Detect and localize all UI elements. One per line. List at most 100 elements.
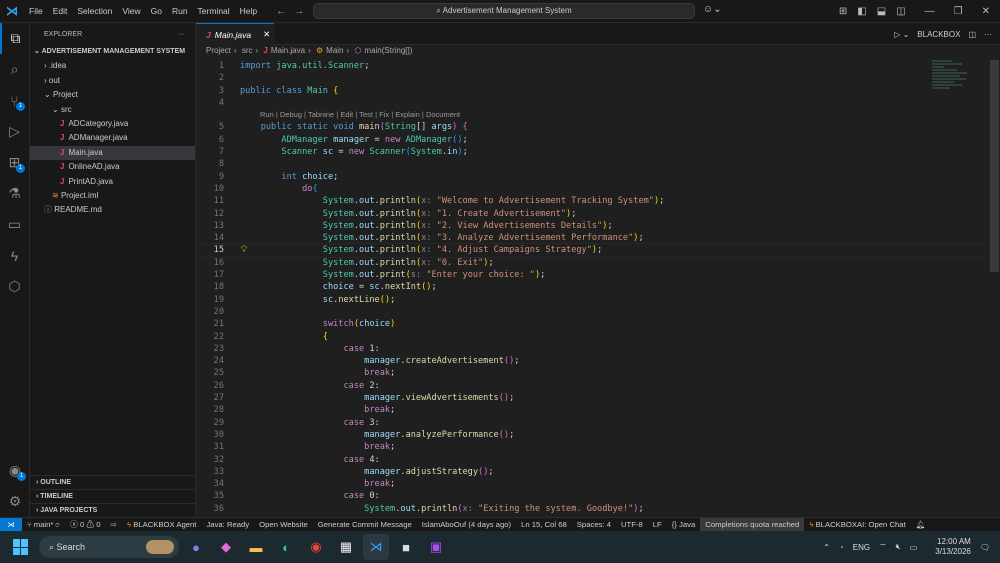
blackbox-icon[interactable]: ϟ — [0, 240, 29, 271]
code-line[interactable]: 8 — [196, 158, 986, 170]
tree-item[interactable]: ≋ Project.iml — [30, 189, 195, 203]
generate-commit-button[interactable]: Generate Commit Message — [318, 520, 412, 529]
eol-status[interactable]: LF — [653, 520, 662, 529]
tree-item[interactable]: J Main.java — [30, 145, 195, 161]
explorer-icon[interactable]: ⧉ — [0, 23, 29, 54]
vscode-taskbar-icon[interactable]: ⋊ — [363, 534, 389, 560]
search-icon[interactable]: ⌕ — [0, 54, 29, 85]
close-tab-icon[interactable]: ✕ — [263, 29, 270, 40]
update-icon[interactable]: ◔ — [839, 543, 844, 552]
tree-item[interactable]: J OnlineAD.java — [30, 160, 195, 174]
breadcrumb-class[interactable]: Main — [326, 46, 343, 55]
encoding-status[interactable]: UTF-8 — [621, 520, 643, 529]
git-blame-status[interactable]: IslamAboOuf (4 days ago) — [422, 520, 511, 529]
code-line[interactable]: 32 case 4: — [196, 454, 986, 466]
code-line[interactable]: 6 ADManager manager = new ADManager(); — [196, 134, 986, 146]
tree-item[interactable]: › out — [30, 74, 195, 88]
terminal-app-icon[interactable]: ■ — [393, 534, 419, 560]
customize-layout-icon[interactable]: ⊞ — [839, 6, 847, 17]
code-line[interactable]: 20 — [196, 306, 986, 318]
tab-main-java[interactable]: J Main.java ✕ — [196, 23, 274, 45]
indentation-status[interactable]: Spaces: 4 — [577, 520, 611, 529]
code-line[interactable]: 26 case 2: — [196, 380, 986, 392]
codelens[interactable]: Run | Debug | Tabnine | Edit | Test | Fi… — [196, 109, 986, 121]
breadcrumb-project[interactable]: Project — [206, 46, 231, 55]
code-line[interactable]: 14 System.out.println(x: "3. Analyze Adv… — [196, 232, 986, 244]
settings-gear-icon[interactable]: ⚙ — [0, 486, 30, 517]
branch-status[interactable]: ⑂ main* ⟳ — [27, 520, 60, 529]
minimize-icon[interactable]: — — [925, 6, 935, 17]
teams-icon[interactable]: ● — [183, 534, 209, 560]
toggle-panel-icon[interactable]: ⬓ — [877, 6, 886, 17]
language-mode[interactable]: {} Java — [672, 520, 696, 529]
back-arrow-icon[interactable]: ← — [276, 6, 286, 17]
code-line[interactable]: 19 sc.nextLine(); — [196, 294, 986, 306]
outline-section[interactable]: › OUTLINE — [30, 475, 195, 489]
toggle-sidebar-icon[interactable]: ◧ — [857, 6, 866, 17]
testing-icon[interactable]: ⚗ — [0, 178, 29, 209]
more-actions-icon[interactable]: ··· — [984, 30, 992, 39]
restore-icon[interactable]: ❐ — [954, 6, 963, 17]
code-line[interactable]: 9 int choice; — [196, 171, 986, 183]
code-line[interactable]: 13 System.out.println(x: "2. View Advert… — [196, 220, 986, 232]
code-line[interactable]: 22 { — [196, 331, 986, 343]
tree-item[interactable]: ⌄ src — [30, 103, 195, 117]
problems-status[interactable]: ⓧ 0 ⚠ 0 — [70, 519, 100, 530]
tray-overflow-icon[interactable]: ⌃ — [823, 543, 830, 552]
menu-view[interactable]: View — [122, 6, 140, 16]
tree-item[interactable]: ⓘ README.md — [30, 203, 195, 217]
open-website-button[interactable]: Open Website — [259, 520, 308, 529]
code-line[interactable]: 28 break; — [196, 404, 986, 416]
accounts-icon[interactable]: ◉ 1 — [0, 455, 30, 486]
edge-icon[interactable]: ◐ — [273, 534, 299, 560]
code-line[interactable]: 7 Scanner sc = new Scanner(System.in); — [196, 146, 986, 158]
java-projects-icon[interactable]: ⬡ — [0, 271, 29, 302]
notification-center-icon[interactable]: 🗨︎ — [980, 543, 990, 552]
code-line[interactable]: 30 manager.analyzePerformance(); — [196, 429, 986, 441]
copilot-icon[interactable]: ☺⌄ — [703, 4, 722, 15]
store-icon[interactable]: ▦ — [333, 534, 359, 560]
menu-help[interactable]: Help — [240, 6, 257, 16]
extensions-icon[interactable]: ⊞ 1 — [0, 147, 29, 178]
file-explorer-icon[interactable]: ▬ — [243, 534, 269, 560]
cursor-position[interactable]: Ln 15, Col 68 — [521, 520, 567, 529]
code-line[interactable]: 4 — [196, 97, 986, 109]
code-line[interactable]: 3 public class Main { — [196, 85, 986, 97]
code-line[interactable]: 24 manager.createAdvertisement(); — [196, 355, 986, 367]
menu-edit[interactable]: Edit — [53, 6, 68, 16]
remote-explorer-icon[interactable]: ▭ — [0, 209, 29, 240]
run-button[interactable]: ▷ ⌄ — [886, 30, 909, 39]
code-line[interactable]: 17 System.out.print(s: "Enter your choic… — [196, 269, 986, 281]
code-line[interactable]: 35 case 0: — [196, 490, 986, 502]
lightbulb-icon[interactable]: 💡︎ — [241, 244, 247, 256]
code-line[interactable]: 15 💡︎ System.out.println(x: "4. Adjust Ca… — [196, 243, 986, 258]
code-line[interactable]: 25 break; — [196, 367, 986, 379]
language-indicator[interactable]: ENG — [853, 543, 870, 552]
code-editor[interactable]: 1 import java.util.Scanner; 2 3 public class… — [196, 60, 986, 517]
code-line[interactable]: 31 break; — [196, 441, 986, 453]
clock[interactable]: 12:00 AM 3/13/2026 — [926, 537, 971, 557]
breadcrumb-src[interactable]: src — [242, 46, 253, 55]
minimap[interactable] — [932, 60, 982, 110]
blackbox-chat-status[interactable]: ϟ BLACKBOXAI: Open Chat — [809, 520, 905, 529]
share-icon[interactable]: ⇨ — [111, 520, 117, 529]
tree-item[interactable]: J PrintAD.java — [30, 175, 195, 189]
code-line[interactable]: 11 System.out.println(x: "Welcome to Adv… — [196, 195, 986, 207]
blackbox-button[interactable]: BLACKBOX — [917, 30, 960, 39]
forward-arrow-icon[interactable]: → — [294, 6, 304, 17]
editor-scrollbar[interactable] — [990, 60, 999, 272]
code-line[interactable]: 23 case 1: — [196, 343, 986, 355]
code-line[interactable]: 1 import java.util.Scanner; — [196, 60, 986, 72]
source-control-icon[interactable]: ⑂ 1 — [0, 85, 29, 116]
code-line[interactable]: 29 case 3: — [196, 417, 986, 429]
java-status[interactable]: Java: Ready — [206, 520, 249, 529]
code-line[interactable]: 12 System.out.println(x: "1. Create Adve… — [196, 208, 986, 220]
menu-selection[interactable]: Selection — [77, 6, 112, 16]
code-line[interactable]: 18 choice = sc.nextInt(); — [196, 281, 986, 293]
blackbox-agent-status[interactable]: ϟ BLACKBOX Agent — [127, 520, 196, 529]
breadcrumb-file[interactable]: Main.java — [271, 46, 305, 55]
taskbar-search[interactable]: ⌕ Search — [39, 536, 179, 558]
copilot-app-icon[interactable]: ◆ — [213, 534, 239, 560]
notifications-bell-icon[interactable]: 🔔︎ — [916, 520, 926, 529]
remote-indicator-icon[interactable]: ⋊ — [0, 517, 22, 532]
